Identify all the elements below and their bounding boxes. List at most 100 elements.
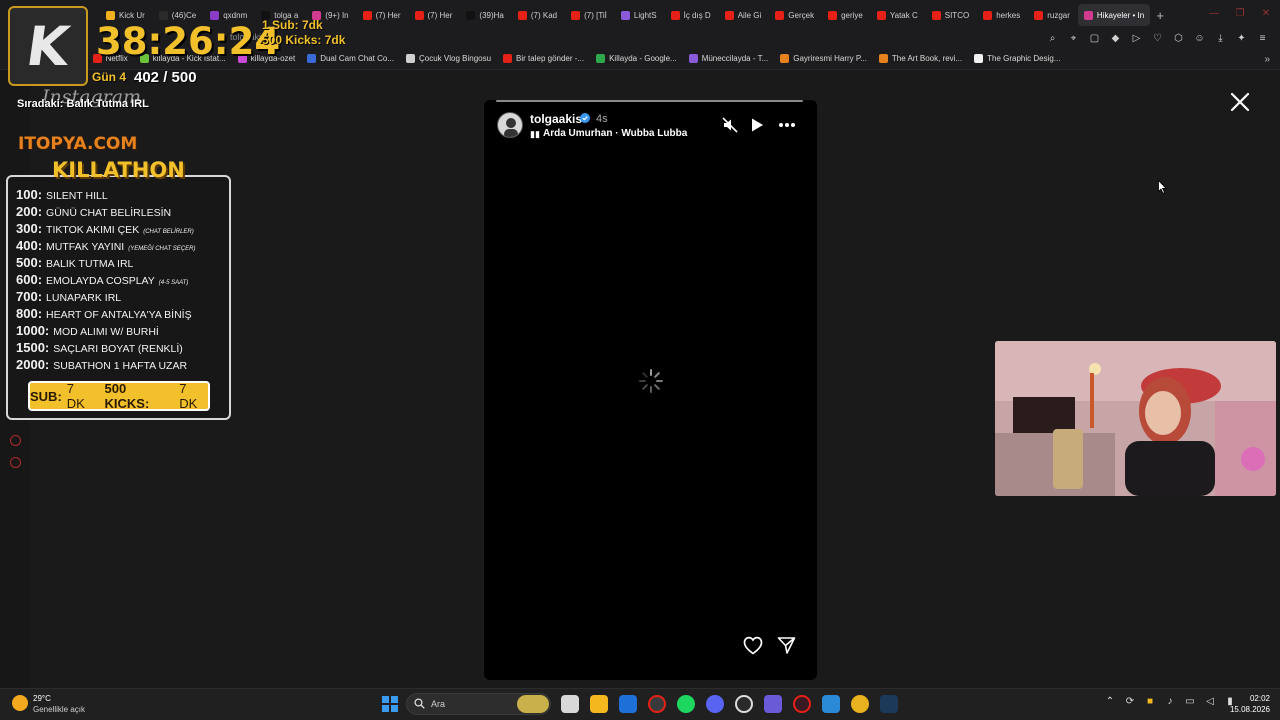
sidebar-app-icon[interactable] — [10, 435, 21, 446]
sidebar-settings-icon[interactable] — [10, 457, 21, 468]
clock-time[interactable]: 02:02 — [1234, 694, 1270, 703]
apps-grid-icon[interactable] — [764, 695, 782, 713]
goal-text: SAÇLARI BOYAT (RENKLİ) — [53, 343, 183, 355]
menu-icon[interactable]: ≡ — [1257, 33, 1268, 44]
weather-description[interactable]: Genellikle açık — [33, 705, 85, 714]
folder-icon[interactable]: ■ — [1144, 696, 1156, 708]
volume-icon[interactable]: ◁ — [1204, 696, 1216, 708]
search-icon — [414, 698, 425, 709]
pin-icon[interactable]: ⌖ — [1068, 33, 1079, 44]
goal-text: MOD ALIMI W/ BURHİ — [53, 326, 159, 338]
taskview-icon[interactable] — [561, 695, 579, 713]
sync-icon[interactable]: ⟳ — [1124, 696, 1136, 708]
weather-temperature[interactable]: 29°C — [33, 694, 51, 703]
tab-favicon-icon — [670, 10, 680, 20]
browser-tab[interactable]: herkes — [977, 4, 1026, 26]
opera-icon[interactable] — [793, 695, 811, 713]
goal-text: SUBATHON 1 HAFTA UZAR — [53, 360, 188, 372]
goal-threshold: 600: — [16, 272, 43, 287]
browser-tab[interactable]: Aile Gi — [719, 4, 768, 26]
screenshot-icon[interactable]: ▢ — [1089, 33, 1100, 44]
browser-tab[interactable]: (7) Kad — [512, 4, 563, 26]
profile-icon[interactable]: ☺ — [1194, 33, 1205, 44]
tab-favicon-icon — [1083, 10, 1093, 20]
tab-label: ruzgar — [1047, 10, 1070, 20]
browser-tab[interactable]: (7) Her — [409, 4, 459, 26]
discord-icon[interactable] — [706, 695, 724, 713]
tab-favicon-icon — [828, 10, 838, 20]
bookmark-item[interactable]: Gayriresmi Harry P... — [780, 54, 867, 63]
new-tab-button[interactable]: + — [1152, 7, 1168, 23]
mail-icon[interactable] — [619, 695, 637, 713]
browser-tab[interactable]: Yatak C — [871, 4, 924, 26]
browser-tab[interactable]: (7) Her — [357, 4, 407, 26]
network-icon[interactable]: ▭ — [1184, 696, 1196, 708]
tab-favicon-icon — [775, 10, 785, 20]
download-icon[interactable]: ⤓ — [1215, 33, 1226, 44]
maximize-icon[interactable]: ❐ — [1234, 8, 1246, 20]
browser-tab[interactable]: Hikayeler • In — [1077, 4, 1151, 26]
heart-icon[interactable]: ♡ — [1152, 33, 1163, 44]
obs-icon[interactable] — [648, 695, 666, 713]
file-explorer-icon[interactable] — [590, 695, 608, 713]
tab-label: (7) Her — [375, 10, 401, 20]
close-window-icon[interactable]: ✕ — [1260, 8, 1272, 20]
mute-icon[interactable] — [722, 117, 738, 133]
share-icon[interactable] — [777, 636, 796, 655]
bookmark-label: Bir talep gönder -... — [516, 54, 585, 63]
extensions-icon[interactable]: ⬡ — [1173, 33, 1184, 44]
bookmark-item[interactable]: Müneccilayda - T... — [688, 54, 768, 63]
goal-row: 600: EMOLAYDA COSPLAY (4-5 SAAT) — [16, 272, 188, 287]
play-icon[interactable] — [750, 117, 764, 133]
goal-row: 700: LUNAPARK IRL — [16, 289, 125, 304]
webcam-feed — [995, 341, 1276, 496]
browser-tab[interactable]: geriye — [822, 4, 869, 26]
bookmark-item[interactable]: The Art Book, revi... — [878, 54, 962, 63]
goal-threshold: 800: — [16, 306, 43, 321]
like-heart-icon[interactable] — [743, 636, 763, 655]
bookmark-label: Dual Cam Chat Co... — [320, 54, 394, 63]
more-bookmarks-button[interactable]: » — [1264, 54, 1270, 65]
shield-icon[interactable]: ◆ — [1110, 33, 1121, 44]
weather-sun-icon[interactable] — [12, 695, 28, 711]
avatar[interactable] — [497, 112, 523, 138]
notepad-icon[interactable] — [822, 695, 840, 713]
story-username[interactable]: tolgaakis — [530, 112, 582, 126]
tray-overflow-icon[interactable]: ⌃ — [1104, 696, 1116, 708]
system-tray: ⌃ ⟳ ■ ♪ ▭ ◁ ▮ — [1104, 696, 1236, 708]
send-icon[interactable]: ▷ — [1131, 33, 1142, 44]
start-button[interactable] — [382, 696, 398, 712]
microphone-icon[interactable]: ♪ — [1164, 696, 1176, 708]
bookmark-favicon-icon — [878, 54, 888, 63]
ai-icon[interactable]: ✦ — [1236, 33, 1247, 44]
browser-tab[interactable]: (39)Ha — [460, 4, 509, 26]
browser-tab[interactable]: LightS — [615, 4, 663, 26]
zoom-icon[interactable]: ⌕ — [1047, 33, 1058, 44]
bookmark-item[interactable]: Bir talep gönder -... — [503, 54, 584, 63]
steam-icon[interactable] — [880, 695, 898, 713]
bookmark-item[interactable]: Killayda - Google... — [596, 54, 677, 63]
tab-favicon-icon — [362, 10, 372, 20]
bookmark-label: Gayriresmi Harry P... — [793, 54, 867, 63]
goal-threshold: 2000: — [16, 357, 50, 372]
chrome-icon[interactable] — [851, 695, 869, 713]
browser-tab[interactable]: ruzgar — [1028, 4, 1076, 26]
spotify-icon[interactable] — [677, 695, 695, 713]
bookmark-favicon-icon — [503, 54, 513, 63]
clock-date[interactable]: 15.08.2026 — [1224, 705, 1270, 714]
browser-tab[interactable]: (7) [Tiİ — [565, 4, 613, 26]
logitech-icon[interactable] — [735, 695, 753, 713]
browser-tab[interactable]: İç dış D — [665, 4, 717, 26]
tab-favicon-icon — [106, 10, 115, 20]
minimize-icon[interactable]: — — [1208, 8, 1220, 20]
more-options-icon[interactable] — [777, 118, 797, 132]
close-story-icon[interactable] — [1228, 90, 1252, 114]
goal-row: 2000: SUBATHON 1 HAFTA UZAR — [16, 357, 191, 372]
bookmark-item[interactable]: The Graphic Desig... — [974, 54, 1061, 63]
browser-tab[interactable]: Gerçek — [769, 4, 820, 26]
bookmark-item[interactable]: Dual Cam Chat Co... — [307, 54, 394, 63]
browser-tab[interactable]: SITCO — [926, 4, 975, 26]
bookmark-item[interactable]: Çocuk Vlog Bingosu — [406, 54, 491, 63]
goal-text: MUTFAK YAYINI — [46, 241, 125, 253]
story-music-label[interactable]: Arda Umurhan · Wubba Lubba — [543, 128, 687, 139]
